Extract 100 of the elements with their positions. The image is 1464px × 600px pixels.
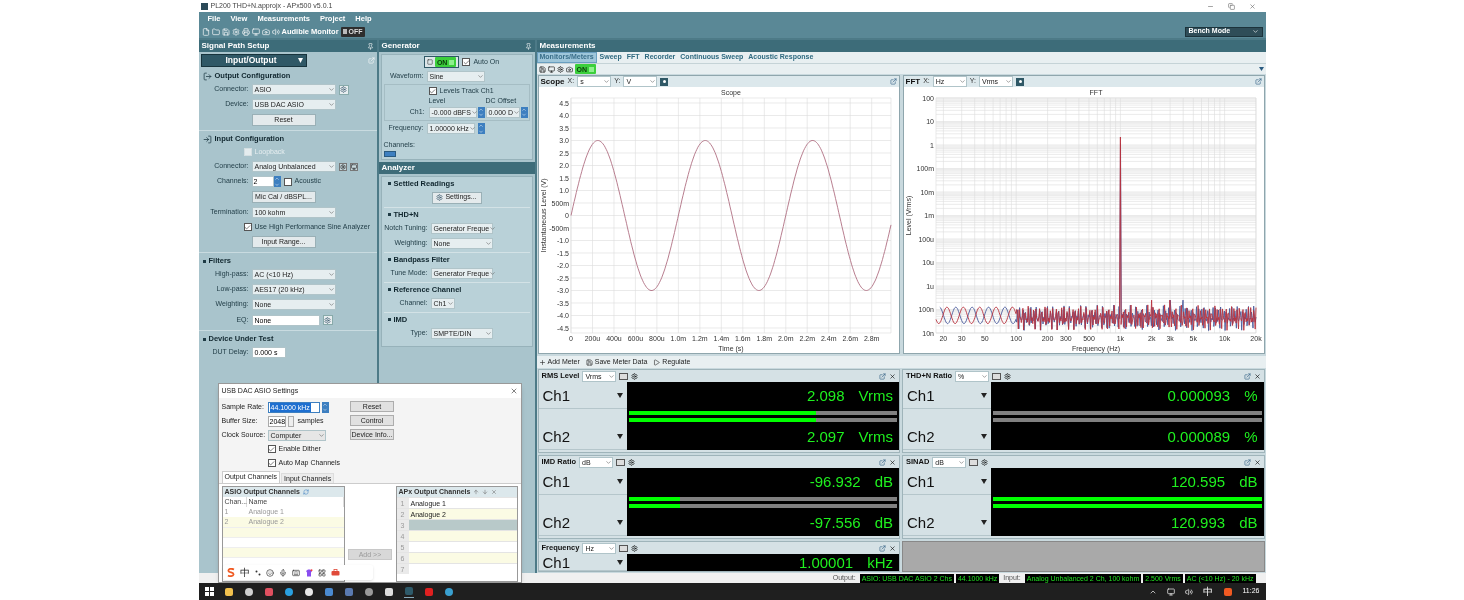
display-options-icon[interactable]: [992, 372, 1002, 380]
checkmark-icon: [462, 58, 470, 66]
spinner[interactable]: [520, 106, 528, 118]
chevron-down-icon: [605, 458, 613, 466]
external-link-icon: [1243, 458, 1251, 466]
dropdown-arrow-icon[interactable]: [981, 519, 987, 525]
meter-unit: Vrms: [858, 388, 893, 403]
refresh-icon: [302, 489, 309, 495]
settings-button[interactable]: [338, 162, 347, 171]
app-icon[interactable]: [243, 586, 254, 597]
printer-icon: [241, 27, 250, 36]
dropdown-arrow-icon[interactable]: [616, 559, 623, 565]
microphone-icon: [278, 568, 287, 577]
keyboard-icon: [291, 568, 300, 577]
app-icon[interactable]: [303, 586, 314, 597]
smiley-icon: [265, 568, 274, 577]
app-icon[interactable]: [383, 586, 394, 597]
s-logo-icon[interactable]: [226, 568, 235, 577]
ime-mode[interactable]: 中: [239, 567, 250, 578]
display-options-icon[interactable]: [616, 458, 626, 466]
bullet-icon: [202, 337, 206, 341]
display-options-icon[interactable]: [619, 544, 629, 552]
output-arrow-icon: [202, 71, 212, 81]
display-options-icon[interactable]: [969, 458, 979, 466]
dropdown-arrow-icon[interactable]: [616, 433, 623, 439]
channel-selector[interactable]: [383, 150, 396, 157]
channel-label: Ch2: [542, 428, 571, 444]
spinner[interactable]: [321, 401, 329, 413]
app-icon[interactable]: [363, 586, 374, 597]
pin-icon: [524, 42, 532, 50]
meter-value: -96.932: [809, 474, 861, 489]
bullet-icon: [387, 318, 391, 321]
checkbox[interactable]: [267, 445, 276, 453]
settings-button[interactable]: [660, 77, 669, 86]
ime-indicator[interactable]: 中: [1202, 586, 1213, 597]
save-icon: [221, 27, 230, 36]
checkmark-icon: [429, 87, 436, 95]
file-icon: [201, 27, 210, 36]
toolbox-icon[interactable]: [330, 569, 340, 576]
caret-icon[interactable]: [1258, 67, 1264, 71]
dropdown-arrow-icon[interactable]: [616, 478, 623, 484]
checkbox[interactable]: [428, 87, 437, 95]
dropdown-arrow-icon[interactable]: [981, 478, 987, 484]
meter-unit: dB: [1239, 515, 1258, 530]
view-dropdown[interactable]: Input/Output: [200, 53, 307, 67]
app-icon[interactable]: [283, 586, 294, 597]
display-options-icon[interactable]: [619, 372, 629, 380]
meter-value: 120.993: [1170, 515, 1226, 530]
checkbox[interactable]: [243, 223, 252, 231]
graph-title: Scope: [540, 75, 565, 88]
settings-icon: [339, 163, 346, 170]
close-icon: [889, 458, 896, 466]
arrow-up-icon: [473, 489, 480, 495]
chevron-down-icon: [513, 108, 521, 116]
panel-title: Measurements: [539, 40, 596, 52]
meter-unit: dB: [1239, 474, 1258, 489]
external-link-icon: [367, 56, 375, 64]
meter-value: 2.097: [807, 429, 845, 444]
chevron-down-icon: [489, 269, 497, 277]
chevron-down-icon: [1005, 78, 1013, 85]
camera-icon: [261, 27, 270, 36]
external-link-icon: [879, 458, 886, 466]
panel-title: Signal Path Setup: [201, 40, 270, 52]
checkbox[interactable]: [267, 459, 276, 467]
dropdown-arrow-icon[interactable]: [616, 392, 623, 398]
dropdown-arrow-icon[interactable]: [616, 519, 623, 525]
chevron-down-icon: [608, 372, 616, 380]
dropdown-arrow-icon[interactable]: [981, 433, 987, 439]
spinner[interactable]: [477, 123, 485, 134]
monitor-icon: [251, 27, 260, 36]
meter-unit: dB: [874, 515, 893, 530]
chevron-down-icon: [608, 544, 616, 552]
chevron-down-icon: [958, 458, 966, 466]
meter-unit: %: [1244, 388, 1258, 403]
settings-icon: [231, 27, 240, 36]
dropdown-arrow-icon[interactable]: [981, 392, 987, 398]
chevron-down-icon: [327, 209, 335, 216]
settings-button[interactable]: [1016, 77, 1025, 86]
speaker-icon: [271, 27, 280, 36]
input-arrow-icon: [202, 134, 212, 144]
start-icon[interactable]: [204, 587, 214, 596]
dots-icon[interactable]: [254, 569, 261, 576]
shirt-icon[interactable]: [304, 568, 313, 577]
channel-label: Ch1: [542, 473, 571, 489]
monitor-icon: [547, 65, 555, 73]
settings-icon: [631, 372, 639, 380]
app-icon[interactable]: [223, 586, 234, 597]
speaker-icon: [1184, 587, 1193, 596]
panel-button[interactable]: [349, 162, 358, 171]
chevron-down-icon: [327, 163, 335, 170]
app-icon[interactable]: [443, 586, 454, 597]
checkbox[interactable]: [283, 177, 292, 186]
chevron-down-icon: [470, 108, 478, 116]
chevron-down-icon: [484, 329, 492, 337]
bullet-icon: [202, 259, 206, 263]
spinner[interactable]: [477, 106, 485, 118]
stop-icon: [426, 59, 433, 65]
panel-title: Generator: [381, 40, 420, 52]
checkbox[interactable]: [462, 58, 471, 66]
settings-icon: [981, 458, 989, 466]
